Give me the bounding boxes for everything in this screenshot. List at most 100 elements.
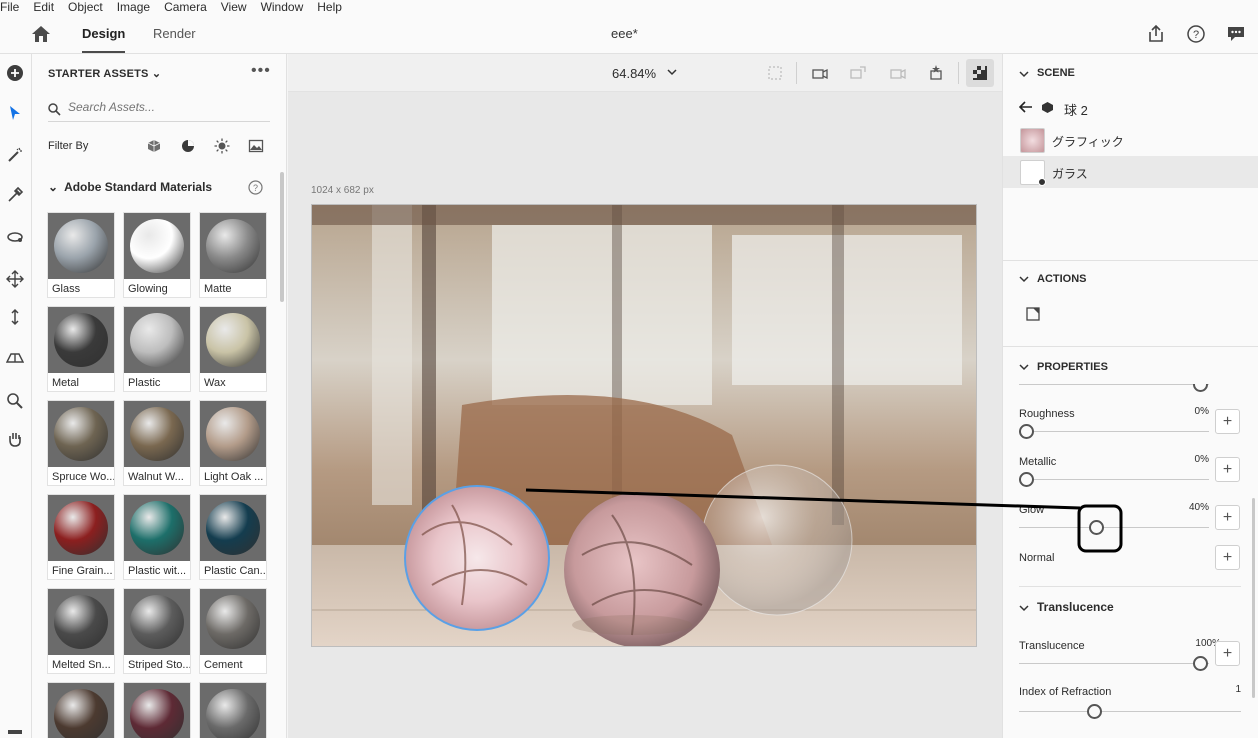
render-canvas[interactable] bbox=[311, 204, 977, 647]
zoom-level[interactable]: 64.84% bbox=[612, 66, 656, 81]
material-tile[interactable] bbox=[47, 682, 115, 738]
material-thumbnail bbox=[124, 589, 190, 655]
material-label: Spruce Wo... bbox=[52, 471, 114, 483]
more-options-icon[interactable]: ••• bbox=[251, 62, 271, 80]
metallic-slider-track[interactable] bbox=[1019, 479, 1209, 480]
back-arrow-icon[interactable] bbox=[1018, 101, 1033, 116]
scene-layer-graphic[interactable]: グラフィック bbox=[1003, 124, 1258, 156]
menu-file[interactable]: File bbox=[0, 1, 19, 13]
material-tile[interactable]: Spruce Wo... bbox=[47, 400, 115, 486]
chevron-down-icon[interactable]: ⌄ bbox=[152, 68, 161, 80]
fit-icon[interactable] bbox=[766, 64, 786, 82]
edit-graphic-icon[interactable] bbox=[1025, 306, 1041, 325]
roughness-slider-track[interactable] bbox=[1019, 431, 1209, 432]
material-tile[interactable]: Glass bbox=[47, 212, 115, 298]
metallic-add-button[interactable]: + bbox=[1215, 457, 1240, 482]
translucence-section-title[interactable]: Translucence bbox=[1037, 600, 1114, 614]
search-input[interactable] bbox=[68, 100, 263, 114]
translucence-slider-track[interactable] bbox=[1019, 663, 1209, 664]
glow-add-button[interactable]: + bbox=[1215, 505, 1240, 530]
translucence-slider-knob[interactable] bbox=[1193, 656, 1208, 671]
menu-help[interactable]: Help bbox=[317, 1, 342, 13]
glow-slider-track[interactable] bbox=[1019, 527, 1209, 528]
normal-add-button[interactable]: + bbox=[1215, 545, 1240, 570]
chevron-down-icon[interactable] bbox=[1019, 362, 1029, 372]
assets-scrollbar[interactable] bbox=[280, 172, 284, 302]
model-filter-icon[interactable] bbox=[146, 138, 162, 154]
material-tile[interactable]: Wax bbox=[199, 306, 267, 392]
material-tile[interactable]: Fine Grain... bbox=[47, 494, 115, 580]
material-tile[interactable]: Striped Sto... bbox=[123, 588, 191, 674]
material-tile[interactable]: Plastic bbox=[123, 306, 191, 392]
chevron-down-icon[interactable] bbox=[666, 66, 678, 81]
select-tool-icon[interactable] bbox=[4, 102, 26, 124]
add-icon[interactable] bbox=[4, 62, 26, 84]
orbit-icon[interactable] bbox=[4, 226, 26, 248]
material-tile[interactable] bbox=[199, 682, 267, 738]
menu-image[interactable]: Image bbox=[117, 1, 150, 13]
camera-icon[interactable] bbox=[888, 64, 908, 82]
chevron-down-icon[interactable] bbox=[1019, 69, 1029, 79]
menu-view[interactable]: View bbox=[221, 1, 247, 13]
material-tile[interactable]: Cement bbox=[199, 588, 267, 674]
slider-knob[interactable] bbox=[1193, 384, 1208, 392]
material-tile[interactable]: Plastic Can... bbox=[199, 494, 267, 580]
material-tile[interactable]: Plastic wit... bbox=[123, 494, 191, 580]
translucence-add-button[interactable]: + bbox=[1215, 641, 1240, 666]
ground-plane-icon[interactable] bbox=[4, 346, 26, 368]
material-tile[interactable]: Glowing bbox=[123, 212, 191, 298]
material-badge-icon bbox=[1038, 178, 1046, 186]
scene-section-title[interactable]: SCENE bbox=[1037, 67, 1075, 79]
materials-group-title[interactable]: ⌄ Adobe Standard Materials bbox=[48, 180, 212, 194]
chevron-down-icon[interactable] bbox=[1019, 603, 1029, 613]
roughness-add-button[interactable]: + bbox=[1215, 409, 1240, 434]
material-tile[interactable]: Metal bbox=[47, 306, 115, 392]
menu-object[interactable]: Object bbox=[68, 1, 103, 13]
tab-render[interactable]: Render bbox=[153, 26, 196, 41]
material-thumbnail bbox=[200, 495, 266, 561]
material-thumbnail bbox=[48, 307, 114, 373]
share-icon[interactable] bbox=[1146, 24, 1166, 44]
zoom-icon[interactable] bbox=[4, 390, 26, 412]
chevron-down-icon[interactable] bbox=[1019, 274, 1029, 284]
assets-panel-title[interactable]: STARTER ASSETS ⌄ bbox=[48, 67, 161, 80]
properties-scrollbar[interactable] bbox=[1252, 498, 1255, 698]
dolly-icon[interactable] bbox=[4, 306, 26, 328]
image-filter-icon[interactable] bbox=[248, 138, 264, 154]
hand-icon[interactable] bbox=[4, 428, 26, 450]
magic-wand-icon[interactable] bbox=[4, 144, 26, 166]
camera-bookmark-icon[interactable] bbox=[810, 64, 830, 82]
pan-icon[interactable] bbox=[4, 268, 26, 290]
material-thumbnail bbox=[48, 495, 114, 561]
material-tile[interactable]: Matte bbox=[199, 212, 267, 298]
material-filter-icon[interactable] bbox=[180, 138, 196, 154]
material-sphere bbox=[206, 219, 260, 273]
feedback-icon[interactable] bbox=[1226, 24, 1246, 44]
info-icon[interactable]: ? bbox=[248, 180, 263, 198]
metallic-slider-knob[interactable] bbox=[1019, 472, 1034, 487]
roughness-slider-knob[interactable] bbox=[1019, 424, 1034, 439]
material-tile[interactable]: Light Oak ... bbox=[199, 400, 267, 486]
menu-edit[interactable]: Edit bbox=[33, 1, 54, 13]
favorite-camera-icon[interactable] bbox=[928, 64, 948, 82]
ior-slider-knob[interactable] bbox=[1087, 704, 1102, 719]
material-tile[interactable]: Walnut W... bbox=[123, 400, 191, 486]
properties-section-title[interactable]: PROPERTIES bbox=[1037, 361, 1108, 373]
material-tile[interactable] bbox=[123, 682, 191, 738]
eyedropper-icon[interactable] bbox=[4, 184, 26, 206]
actions-section-title[interactable]: ACTIONS bbox=[1037, 273, 1087, 285]
help-icon[interactable]: ? bbox=[1186, 24, 1206, 44]
glow-slider-knob[interactable] bbox=[1089, 520, 1104, 535]
light-filter-icon[interactable] bbox=[214, 138, 230, 154]
layers-icon[interactable] bbox=[4, 720, 26, 738]
export-icon[interactable] bbox=[848, 64, 868, 82]
material-tile[interactable]: Melted Sn... bbox=[47, 588, 115, 674]
ior-slider-track[interactable] bbox=[1019, 711, 1241, 712]
menu-window[interactable]: Window bbox=[261, 1, 304, 13]
chevron-down-icon[interactable]: ⌄ bbox=[48, 180, 58, 194]
menu-camera[interactable]: Camera bbox=[164, 1, 207, 13]
scene-layer-glass[interactable]: ガラス bbox=[1003, 156, 1258, 188]
home-icon[interactable] bbox=[30, 24, 52, 44]
render-preview-toggle[interactable] bbox=[966, 59, 994, 87]
tab-design[interactable]: Design bbox=[82, 26, 126, 53]
